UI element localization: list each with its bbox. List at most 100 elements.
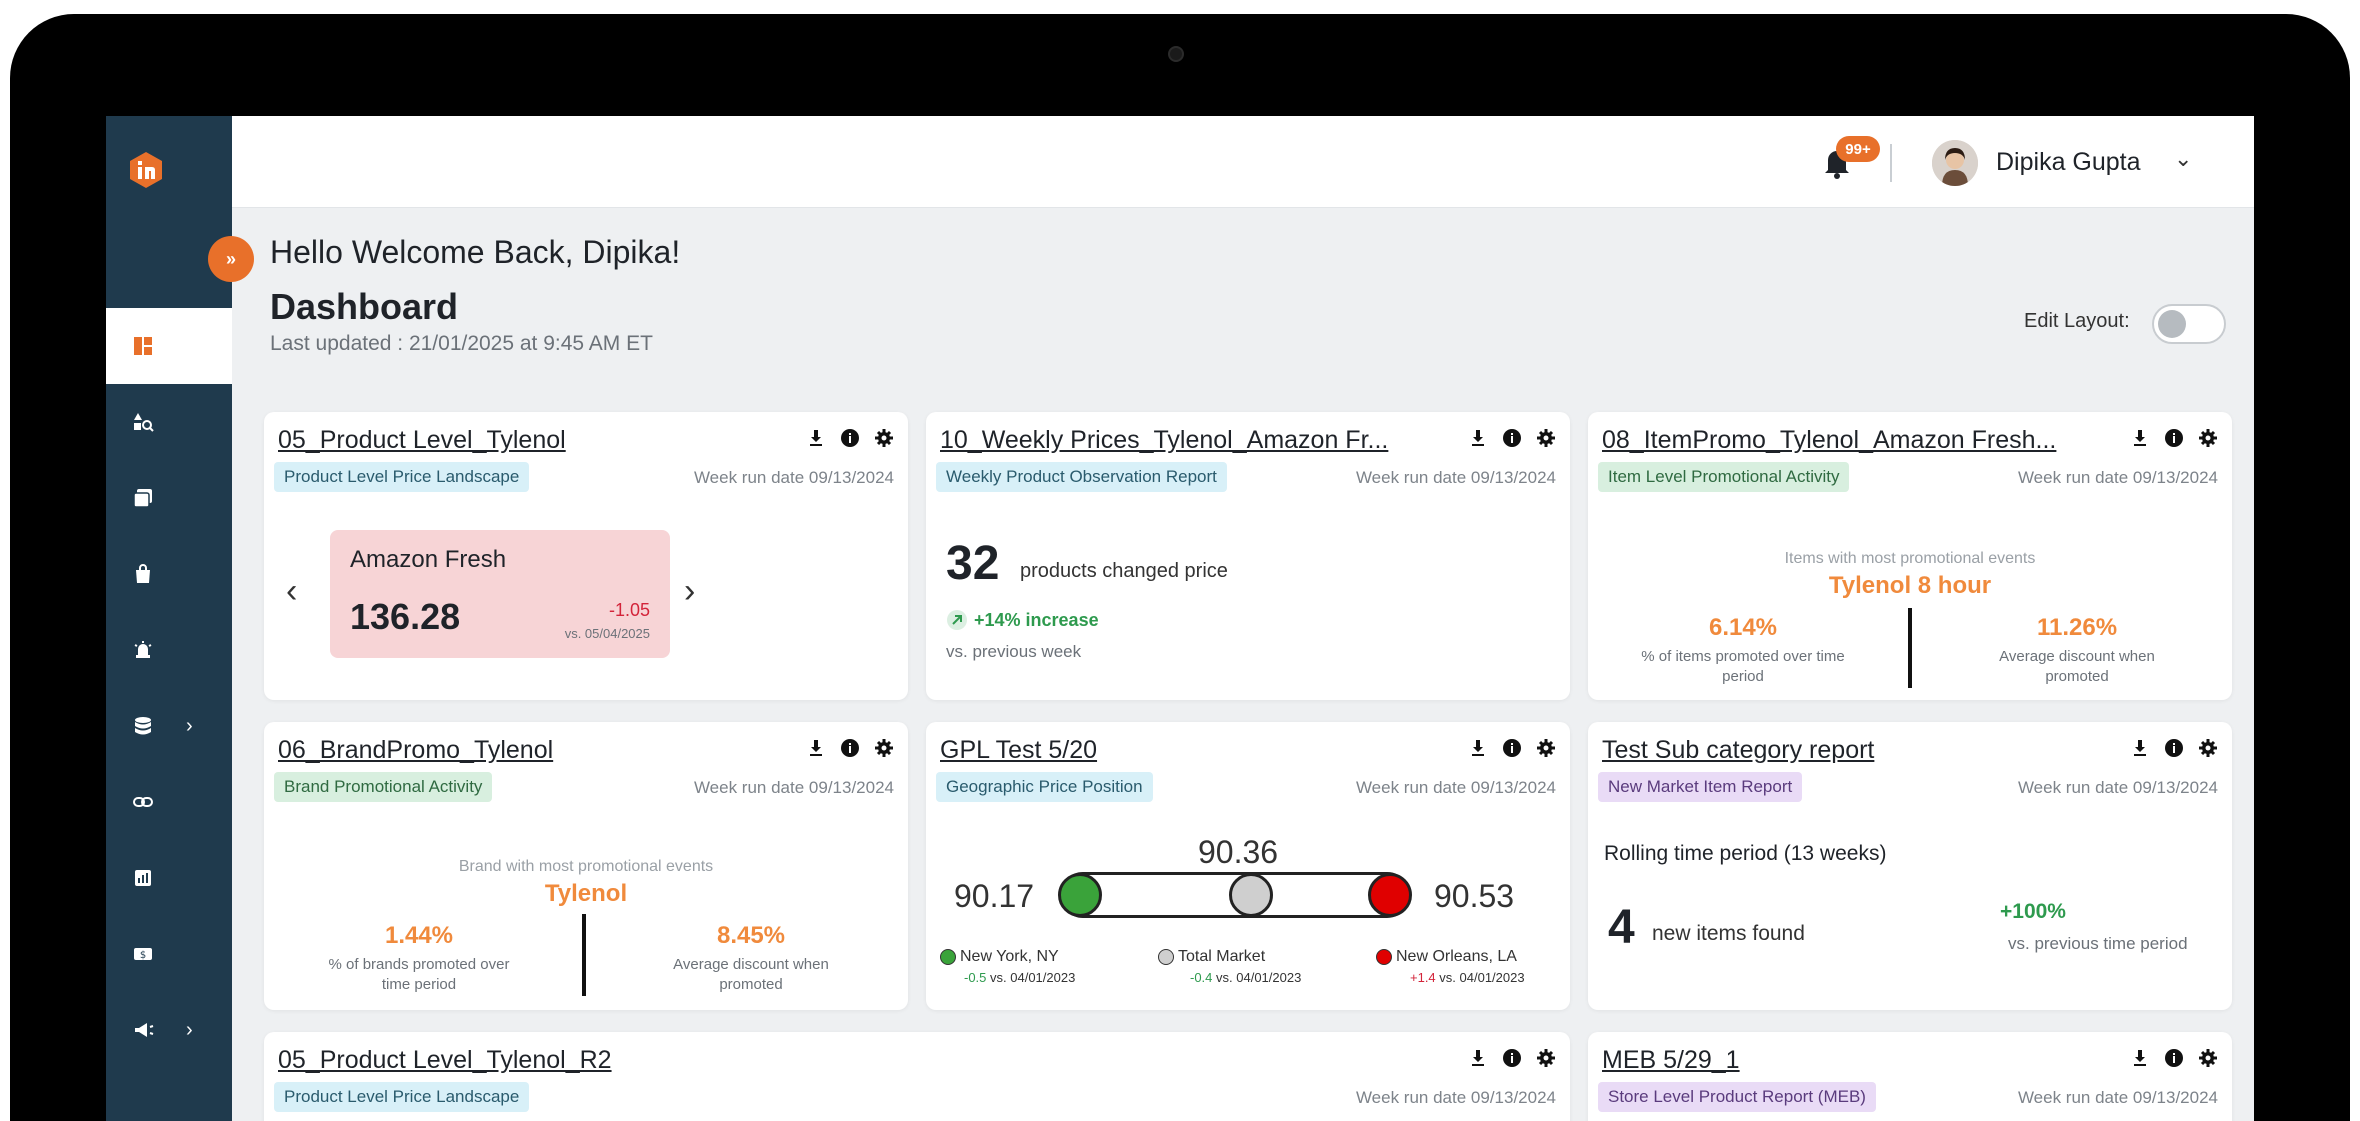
- gear-icon[interactable]: [874, 738, 894, 758]
- sidebar-item-alerts[interactable]: [106, 612, 232, 688]
- info-icon[interactable]: [1502, 1048, 1522, 1068]
- card-title[interactable]: 06_BrandPromo_Tylenol: [278, 736, 553, 765]
- card-actions: [2130, 428, 2218, 448]
- info-icon[interactable]: [1502, 428, 1522, 448]
- gear-icon[interactable]: [2198, 1048, 2218, 1068]
- gear-icon[interactable]: [1536, 738, 1556, 758]
- gear-icon[interactable]: [874, 428, 894, 448]
- legend-dot: [1158, 948, 1174, 965]
- card-title[interactable]: Test Sub category report: [1602, 736, 1874, 765]
- card-title[interactable]: 08_ItemPromo_Tylenol_Amazon Fresh...: [1602, 426, 2056, 455]
- chevron-left-icon[interactable]: ‹: [286, 572, 297, 611]
- report-type-tag: Store Level Product Report (MEB): [1598, 1082, 1876, 1112]
- sidebar-item-analytics[interactable]: [106, 840, 232, 916]
- download-icon[interactable]: [2130, 428, 2150, 448]
- average-discount-value: 11.26%: [2036, 614, 2118, 641]
- run-date: Week run date 09/13/2024: [1355, 778, 1556, 797]
- sidebar-item-data[interactable]: ›: [106, 688, 232, 764]
- report-type-tag: Geographic Price Position: [936, 772, 1153, 802]
- new-orleans-marker: [1368, 873, 1412, 917]
- report-card[interactable]: MEB 5/29_1 Store Level Product Report (M…: [1588, 1032, 2232, 1121]
- notification-badge: 99+: [1836, 136, 1880, 162]
- legend-label: New Orleans, LA: [1396, 948, 1517, 965]
- megaphone-icon: [135, 1023, 154, 1037]
- user-avatar-icon: [1932, 140, 1978, 186]
- card-actions: [2130, 1048, 2218, 1068]
- legend-delta: -0.4: [1190, 970, 1213, 985]
- promo-subtitle: Brand with most promotional events: [458, 858, 714, 875]
- info-icon[interactable]: [840, 738, 860, 758]
- gear-icon[interactable]: [2198, 428, 2218, 448]
- expand-sidebar-button[interactable]: »: [208, 236, 254, 282]
- shopping-bag-icon: [136, 564, 150, 583]
- average-discount-label: Average discount when: [1999, 648, 2155, 665]
- card-actions: [1468, 428, 1556, 448]
- sidebar-item-price-search[interactable]: [106, 384, 232, 460]
- sidebar-item-products[interactable]: [106, 536, 232, 612]
- gear-icon[interactable]: [1536, 428, 1556, 448]
- price-value: 136.28: [350, 596, 461, 637]
- download-icon[interactable]: [1468, 738, 1488, 758]
- report-card[interactable]: Test Sub category report New Market Item…: [1588, 722, 2232, 1010]
- sidebar-item-links[interactable]: [106, 764, 232, 840]
- sidebar-item-dashboard[interactable]: [106, 308, 232, 384]
- report-card[interactable]: 08_ItemPromo_Tylenol_Amazon Fresh... Ite…: [1588, 412, 2232, 700]
- download-icon[interactable]: [1468, 428, 1488, 448]
- report-card[interactable]: 10_Weekly Prices_Tylenol_Amazon Fr... We…: [926, 412, 1570, 700]
- download-icon[interactable]: [2130, 1048, 2150, 1068]
- last-updated: Last updated : 21/01/2025 at 9:45 AM ET: [270, 332, 653, 355]
- run-date: Week run date 09/13/2024: [2017, 1088, 2218, 1107]
- metric-divider: [582, 914, 586, 996]
- sidebar-item-reports[interactable]: [106, 460, 232, 536]
- report-card[interactable]: 05_Product Level_Tylenol_R2 Product Leve…: [264, 1032, 1570, 1121]
- report-card[interactable]: GPL Test 5/20 Geographic Price Position …: [926, 722, 1570, 1010]
- chevron-right-icon: ›: [186, 1018, 193, 1041]
- legend-delta: +1.4: [1410, 970, 1436, 985]
- dashboard-icon: [134, 337, 152, 355]
- sidebar-item-billing[interactable]: $: [106, 916, 232, 992]
- info-icon[interactable]: [840, 428, 860, 448]
- legend-dot: [940, 948, 956, 965]
- chevron-right-icon: ›: [186, 714, 193, 737]
- download-icon[interactable]: [2130, 738, 2150, 758]
- legend-new-orleans: New Orleans, LA: [1376, 948, 1517, 966]
- card-title[interactable]: 10_Weekly Prices_Tylenol_Amazon Fr...: [940, 426, 1388, 455]
- sidebar-item-announcements[interactable]: ›: [106, 992, 232, 1068]
- download-icon[interactable]: [806, 738, 826, 758]
- avatar[interactable]: [1932, 140, 1978, 186]
- rolling-period-label: Rolling time period (13 weeks): [1604, 842, 1887, 865]
- info-icon[interactable]: [2164, 1048, 2184, 1068]
- report-type-tag: Weekly Product Observation Report: [936, 462, 1227, 492]
- report-type-tag: Brand Promotional Activity: [274, 772, 493, 802]
- changed-count-label: products changed price: [1020, 560, 1228, 582]
- card-title[interactable]: GPL Test 5/20: [940, 736, 1097, 765]
- user-name[interactable]: Dipika Gupta: [1996, 148, 2141, 177]
- report-card[interactable]: 05_Product Level_Tylenol Product Level P…: [264, 412, 908, 700]
- chevron-down-icon[interactable]: ⌄: [2174, 146, 2192, 172]
- download-icon[interactable]: [806, 428, 826, 448]
- items-promoted-label: period: [1722, 668, 1764, 685]
- money-icon: $: [134, 948, 152, 961]
- card-actions: [2130, 738, 2218, 758]
- chevron-right-icon[interactable]: ›: [684, 572, 695, 611]
- info-icon[interactable]: [2164, 738, 2184, 758]
- total-market-price: 90.36: [1198, 834, 1279, 870]
- run-date: Week run date 09/13/2024: [2017, 778, 2218, 797]
- info-icon[interactable]: [2164, 428, 2184, 448]
- gear-icon[interactable]: [1536, 1048, 1556, 1068]
- edit-layout-toggle[interactable]: [2152, 304, 2226, 344]
- run-date: Week run date 09/13/2024: [1355, 1088, 1556, 1107]
- gear-icon[interactable]: [2198, 738, 2218, 758]
- app-screen: › $ › » 99+ Dipika Gupta ⌄ Hello Welcome…: [106, 116, 2254, 1121]
- retailer-name: Amazon Fresh: [350, 546, 507, 573]
- app-logo-icon[interactable]: [126, 150, 166, 190]
- report-card[interactable]: 06_BrandPromo_Tylenol Brand Promotional …: [264, 722, 908, 1010]
- info-icon[interactable]: [1502, 738, 1522, 758]
- metric-divider: [1908, 608, 1912, 688]
- card-title[interactable]: MEB 5/29_1: [1602, 1046, 1740, 1075]
- download-icon[interactable]: [1468, 1048, 1488, 1068]
- card-title[interactable]: 05_Product Level_Tylenol_R2: [278, 1046, 612, 1075]
- card-title[interactable]: 05_Product Level_Tylenol: [278, 426, 566, 455]
- average-discount-label: Average discount when: [673, 956, 829, 973]
- gallery-icon: [133, 489, 152, 508]
